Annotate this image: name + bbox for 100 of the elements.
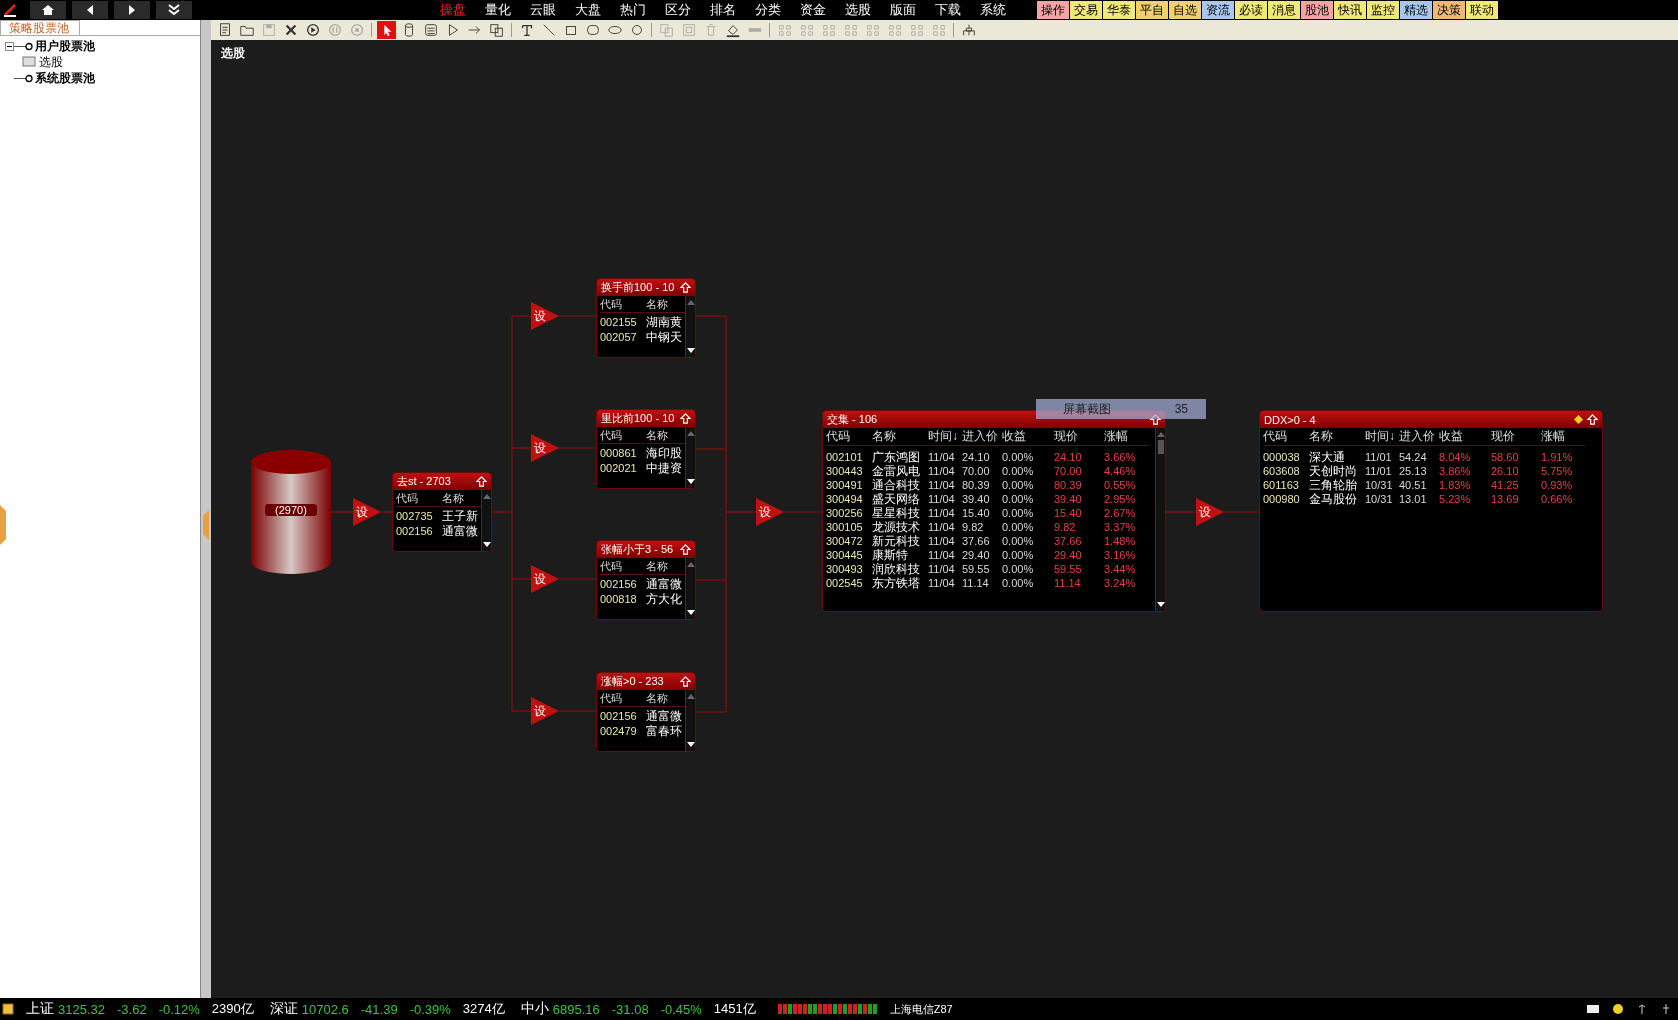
filter-gate[interactable]: 设	[1196, 498, 1224, 526]
column-header[interactable]: 代码	[600, 296, 644, 313]
column-header[interactable]: 进入价	[962, 428, 1002, 446]
column-header[interactable]: 时间↓	[1365, 428, 1399, 446]
scroll-up-icon[interactable]	[482, 492, 491, 500]
column-header[interactable]: 时间↓	[928, 428, 962, 446]
scrollbar[interactable]	[1155, 428, 1165, 611]
column-header[interactable]: 涨幅	[1104, 428, 1148, 446]
scroll-down-icon[interactable]	[686, 347, 695, 355]
scroll-up-icon[interactable]	[1156, 430, 1165, 438]
menu-item[interactable]: 操盘	[430, 1, 475, 19]
stock-list-node[interactable]: 去st - 2703 代码 名称 002735 王子新 002156 通富微	[392, 472, 492, 552]
scroll-up-icon[interactable]	[686, 298, 695, 306]
scroll-down-icon[interactable]	[686, 741, 695, 749]
quick-tab[interactable]: 自选	[1169, 1, 1201, 19]
up-arrow-icon[interactable]	[1587, 414, 1598, 425]
tool-button[interactable]	[487, 21, 506, 39]
collapse-icon[interactable]	[5, 41, 14, 51]
menu-item[interactable]: 选股	[835, 1, 880, 19]
column-header[interactable]: 代码	[1263, 428, 1309, 446]
column-header[interactable]: 代码	[600, 558, 644, 575]
forward-button[interactable]	[114, 1, 150, 19]
quick-tab[interactable]: 必读	[1235, 1, 1267, 19]
menu-item[interactable]: 热门	[610, 1, 655, 19]
quick-tab[interactable]: 决策	[1433, 1, 1465, 19]
up-arrow-icon[interactable]	[476, 476, 487, 487]
more-button[interactable]	[156, 1, 192, 19]
scroll-up-icon[interactable]	[686, 560, 695, 568]
scroll-up-icon[interactable]	[686, 692, 695, 700]
column-header[interactable]: 代码	[600, 690, 644, 707]
scroll-down-icon[interactable]	[686, 609, 695, 617]
quick-tab[interactable]: 平自	[1136, 1, 1168, 19]
quick-tab[interactable]: 消息	[1268, 1, 1300, 19]
column-header[interactable]: 代码	[826, 428, 872, 446]
scrollbar[interactable]	[685, 296, 695, 357]
column-header[interactable]: 代码	[396, 490, 440, 507]
column-header[interactable]: 现价	[1054, 428, 1104, 446]
quick-tab[interactable]: 监控	[1367, 1, 1399, 19]
filter-gate[interactable]: 设	[353, 498, 381, 526]
sidebar-tab[interactable]: 策略股票池	[0, 20, 80, 35]
antenna-icon[interactable]	[1636, 1003, 1648, 1015]
menu-item[interactable]: 系统	[970, 1, 1015, 19]
tool-button[interactable]	[377, 21, 396, 39]
pin-icon[interactable]	[1660, 1003, 1672, 1015]
menu-item[interactable]: 云眼	[520, 1, 565, 19]
menu-item[interactable]: 量化	[475, 1, 520, 19]
scroll-down-icon[interactable]	[1156, 601, 1165, 609]
keyboard-icon[interactable]	[1586, 1003, 1600, 1015]
filter-gate[interactable]: 设	[531, 697, 559, 725]
menu-item[interactable]: 资金	[790, 1, 835, 19]
scrollbar[interactable]	[685, 558, 695, 619]
quick-tab[interactable]: 资流	[1202, 1, 1234, 19]
home-button[interactable]	[30, 1, 66, 19]
column-header[interactable]: 涨幅	[1541, 428, 1585, 446]
tree-item[interactable]: 选股	[39, 53, 63, 71]
column-header[interactable]: 代码	[600, 427, 644, 444]
stock-list-node[interactable]: 涨幅>0 - 233 代码 名称 002156 通富微 002479 富春环	[596, 672, 696, 752]
collapse-handle-icon[interactable]	[0, 505, 6, 545]
data-source-cylinder[interactable]	[251, 450, 331, 574]
quick-tab[interactable]: 精选	[1400, 1, 1432, 19]
menu-item[interactable]: 分类	[745, 1, 790, 19]
menu-item[interactable]: 排名	[700, 1, 745, 19]
quick-tab[interactable]: 华泰	[1103, 1, 1135, 19]
up-arrow-icon[interactable]	[680, 282, 691, 293]
filter-gate[interactable]: 设	[531, 434, 559, 462]
screenshot-tooltip[interactable]: 屏幕截图 35	[1036, 399, 1206, 419]
quick-tab[interactable]: 股池	[1301, 1, 1333, 19]
smiley-icon[interactable]	[1612, 1003, 1624, 1015]
stock-list-node[interactable]: 换手前100 - 10 代码 名称 002155 湖南黄 002057 中钢天	[596, 278, 696, 358]
filter-gate[interactable]: 设	[756, 498, 784, 526]
quick-tab[interactable]: 交易	[1070, 1, 1102, 19]
menu-item[interactable]: 大盘	[565, 1, 610, 19]
scroll-down-icon[interactable]	[686, 478, 695, 486]
menu-item[interactable]: 区分	[655, 1, 700, 19]
menu-item[interactable]: 下载	[925, 1, 970, 19]
scrollbar[interactable]	[685, 427, 695, 488]
scroll-down-icon[interactable]	[482, 541, 491, 549]
filter-gate[interactable]: 设	[531, 565, 559, 593]
stock-list-node[interactable]: 里比前100 - 10 代码 名称 000861 海印股 002021 中捷资	[596, 409, 696, 489]
app-logo-icon[interactable]	[2, 2, 18, 18]
up-arrow-icon[interactable]	[680, 676, 691, 687]
up-arrow-icon[interactable]	[680, 544, 691, 555]
scroll-thumb[interactable]	[1157, 440, 1164, 454]
up-arrow-icon[interactable]	[680, 413, 691, 424]
column-header[interactable]: 名称	[872, 428, 928, 446]
column-header[interactable]: 现价	[1491, 428, 1541, 446]
scrollbar[interactable]	[685, 690, 695, 751]
index-name[interactable]: 中小	[520, 1000, 549, 1018]
filter-gate[interactable]: 设	[531, 302, 559, 330]
stock-table-node[interactable]: DDX>0 - 4 代码 名称 时间↓ 进入价 收益 现价 涨幅 000038 深大通 11/01 54.24 8.04% 58.60 1.91% 603608 天创时尚 11/01 25.13 3.86% 26.10 5.75% 601163 三角轮胎 10/31 40.51 1.83% 41.25 0.93% 000980 金马股份 10/31 13.01 5.23% 13.69 0.66%	[1259, 410, 1603, 612]
quick-tab[interactable]: 操作	[1037, 1, 1069, 19]
menu-item[interactable]: 版面	[880, 1, 925, 19]
column-header[interactable]: 收益	[1002, 428, 1054, 446]
scrollbar[interactable]	[481, 490, 491, 551]
scroll-up-icon[interactable]	[686, 429, 695, 437]
tree-item[interactable]: 系统股票池	[35, 69, 95, 87]
index-name[interactable]: 上证	[26, 1000, 54, 1018]
column-header[interactable]: 进入价	[1399, 428, 1439, 446]
quick-tab[interactable]: 联动	[1466, 1, 1498, 19]
tree-item[interactable]: 用户股票池	[35, 37, 95, 55]
